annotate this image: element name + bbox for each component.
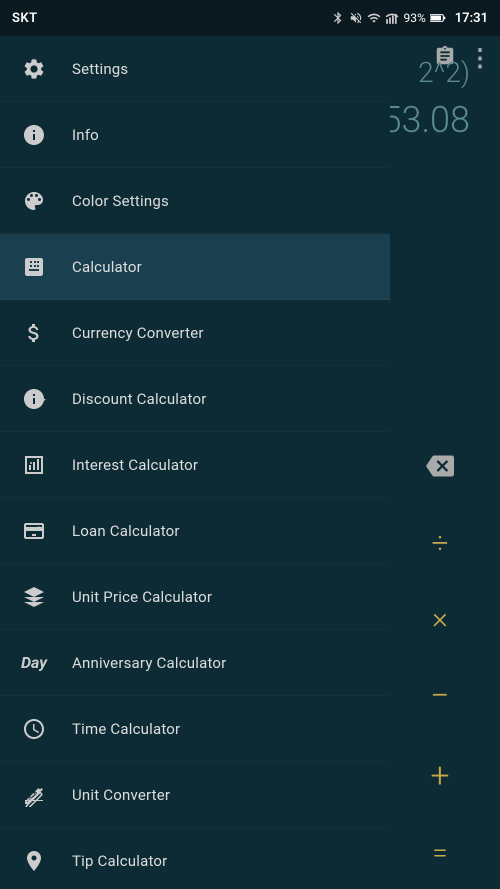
navigation-drawer: Settings Info Color Settings Calculator <box>0 36 390 889</box>
main-area: ⋮ 2^2) 53.08 ÷ × − + = Settings Info <box>0 36 500 889</box>
menu-item-settings[interactable]: Settings <box>0 36 390 102</box>
currency-svg-icon <box>22 321 46 345</box>
menu-item-loan-calculator[interactable]: Loan Calculator <box>0 498 390 564</box>
menu-item-time-calculator[interactable]: Time Calculator <box>0 696 390 762</box>
calculator-buttons: ÷ × − + = <box>380 289 500 889</box>
signal-icon <box>385 11 399 25</box>
battery-icon <box>430 12 446 24</box>
calculator-svg-icon <box>22 255 46 279</box>
info-svg-icon <box>22 123 46 147</box>
info-label: Info <box>72 126 99 144</box>
tip-calculator-label: Tip Calculator <box>72 852 167 870</box>
battery-label: 93% <box>403 11 425 25</box>
menu-item-interest-calculator[interactable]: Interest Calculator <box>0 432 390 498</box>
unit-price-calculator-label: Unit Price Calculator <box>72 588 212 606</box>
menu-item-info[interactable]: Info <box>0 102 390 168</box>
status-right: 93% 17:31 <box>331 11 488 26</box>
backspace-icon <box>426 452 454 480</box>
menu-item-unit-price-calculator[interactable]: Unit Price Calculator <box>0 564 390 630</box>
calculator-label: Calculator <box>72 258 142 276</box>
loan-icon <box>16 513 52 549</box>
menu-item-discount-calculator[interactable]: Discount Calculator <box>0 366 390 432</box>
day-text-icon: Day <box>21 653 47 672</box>
loan-svg-icon <box>22 519 46 543</box>
currency-converter-label: Currency Converter <box>72 324 204 342</box>
color-svg-icon <box>22 189 46 213</box>
settings-icon <box>16 51 52 87</box>
time-label: 17:31 <box>455 11 488 26</box>
interest-icon <box>16 447 52 483</box>
calculator-icon <box>16 249 52 285</box>
status-icons: 93% <box>331 11 445 25</box>
subtract-button[interactable]: − <box>430 676 449 716</box>
info-icon <box>16 117 52 153</box>
settings-svg-icon <box>22 57 46 81</box>
time-icon <box>16 711 52 747</box>
discount-calculator-label: Discount Calculator <box>72 390 207 408</box>
interest-svg-icon <box>22 453 46 477</box>
add-button[interactable]: + <box>430 756 449 796</box>
status-bar: SKT 93% 17:31 <box>0 0 500 36</box>
unit-price-icon <box>16 579 52 615</box>
ruler-icon <box>16 777 52 813</box>
color-settings-icon <box>16 183 52 219</box>
unit-price-svg-icon <box>22 585 46 609</box>
currency-icon <box>16 315 52 351</box>
menu-item-tip-calculator[interactable]: Tip Calculator <box>0 828 390 889</box>
menu-item-anniversary-calculator[interactable]: Day Anniversary Calculator <box>0 630 390 696</box>
unit-converter-label: Unit Converter <box>72 786 170 804</box>
wifi-icon <box>367 11 381 25</box>
time-svg-icon <box>22 717 46 741</box>
bluetooth-icon <box>331 11 345 25</box>
menu-item-unit-converter[interactable]: Unit Converter <box>0 762 390 828</box>
tip-icon <box>16 843 52 879</box>
discount-icon <box>16 381 52 417</box>
interest-calculator-label: Interest Calculator <box>72 456 198 474</box>
multiply-button[interactable]: × <box>432 601 448 636</box>
menu-item-color-settings[interactable]: Color Settings <box>0 168 390 234</box>
backspace-button[interactable] <box>426 452 454 486</box>
tip-svg-icon <box>22 849 46 873</box>
equals-button[interactable]: = <box>432 836 448 869</box>
settings-label: Settings <box>72 60 128 78</box>
loan-calculator-label: Loan Calculator <box>72 522 180 540</box>
color-settings-label: Color Settings <box>72 192 169 210</box>
ruler-svg-icon <box>22 783 46 807</box>
anniversary-icon: Day <box>16 645 52 681</box>
time-calculator-label: Time Calculator <box>72 720 180 738</box>
divide-button[interactable]: ÷ <box>431 526 448 561</box>
anniversary-calculator-label: Anniversary Calculator <box>72 654 226 672</box>
menu-item-calculator[interactable]: Calculator <box>0 234 390 300</box>
discount-svg-icon <box>22 387 46 411</box>
menu-item-currency-converter[interactable]: Currency Converter <box>0 300 390 366</box>
mute-icon <box>349 11 363 25</box>
carrier-label: SKT <box>12 11 38 26</box>
